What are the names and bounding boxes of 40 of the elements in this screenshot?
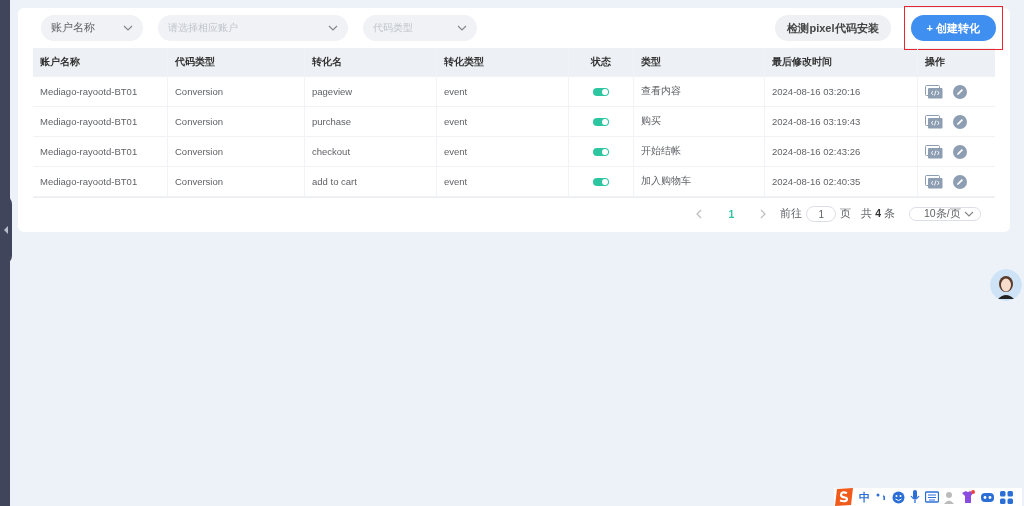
table-cell: Conversion — [168, 77, 305, 106]
column-header: 类型 — [634, 48, 765, 76]
table-cell: 2024-08-16 02:43:26 — [765, 137, 918, 166]
table-cell: 2024-08-16 03:19:43 — [765, 107, 918, 136]
column-header: 代码类型 — [168, 48, 305, 76]
table-cell: 2024-08-16 02:40:35 — [765, 167, 918, 196]
table-cell: Conversion — [168, 137, 305, 166]
table-cell: Conversion — [168, 107, 305, 136]
table-cell: Mediago-rayootd-BT01 — [33, 107, 168, 136]
table-cell: Mediago-rayootd-BT01 — [33, 77, 168, 106]
table-cell: checkout — [305, 137, 437, 166]
table-cell: purchase — [305, 107, 437, 136]
table-cell: event — [437, 137, 569, 166]
table-cell: Mediago-rayootd-BT01 — [33, 167, 168, 196]
check-button[interactable]: 检测pixel代码安装 — [775, 15, 891, 41]
column-header: 状态 — [569, 48, 634, 76]
column-header: 转化类型 — [437, 48, 569, 76]
page-input[interactable]: 1 — [806, 206, 837, 222]
table-cell: add to cart — [305, 167, 437, 196]
input-mode-toggle[interactable]: 中 — [859, 489, 870, 505]
table-cell: 2024-08-16 03:20:16 — [765, 77, 918, 106]
table-cell: pageview — [305, 77, 437, 106]
page-unit-label: 页 — [840, 207, 852, 221]
table-cell: 加入购物车 — [634, 167, 765, 196]
table-cell: event — [437, 77, 569, 106]
column-header: 账户名称 — [33, 48, 168, 76]
column-header: 最后修改时间 — [765, 48, 918, 76]
filter-select[interactable]: 账户名称 — [41, 15, 143, 41]
goto-label: 前往 — [780, 207, 803, 221]
column-header: 转化名 — [305, 48, 437, 76]
column-header: 操作 — [924, 55, 946, 69]
table-cell: 购买 — [634, 107, 765, 136]
total-count: 共 4 条 — [861, 207, 895, 221]
table-cell: event — [437, 107, 569, 136]
table-cell: Conversion — [168, 167, 305, 196]
create-button[interactable]: + 创建转化 — [910, 15, 996, 41]
table-cell: 查看内容 — [634, 77, 765, 106]
table-cell: event — [437, 167, 569, 196]
table-cell: Mediago-rayootd-BT01 — [33, 137, 168, 166]
table-cell: 开始结帐 — [634, 137, 765, 166]
